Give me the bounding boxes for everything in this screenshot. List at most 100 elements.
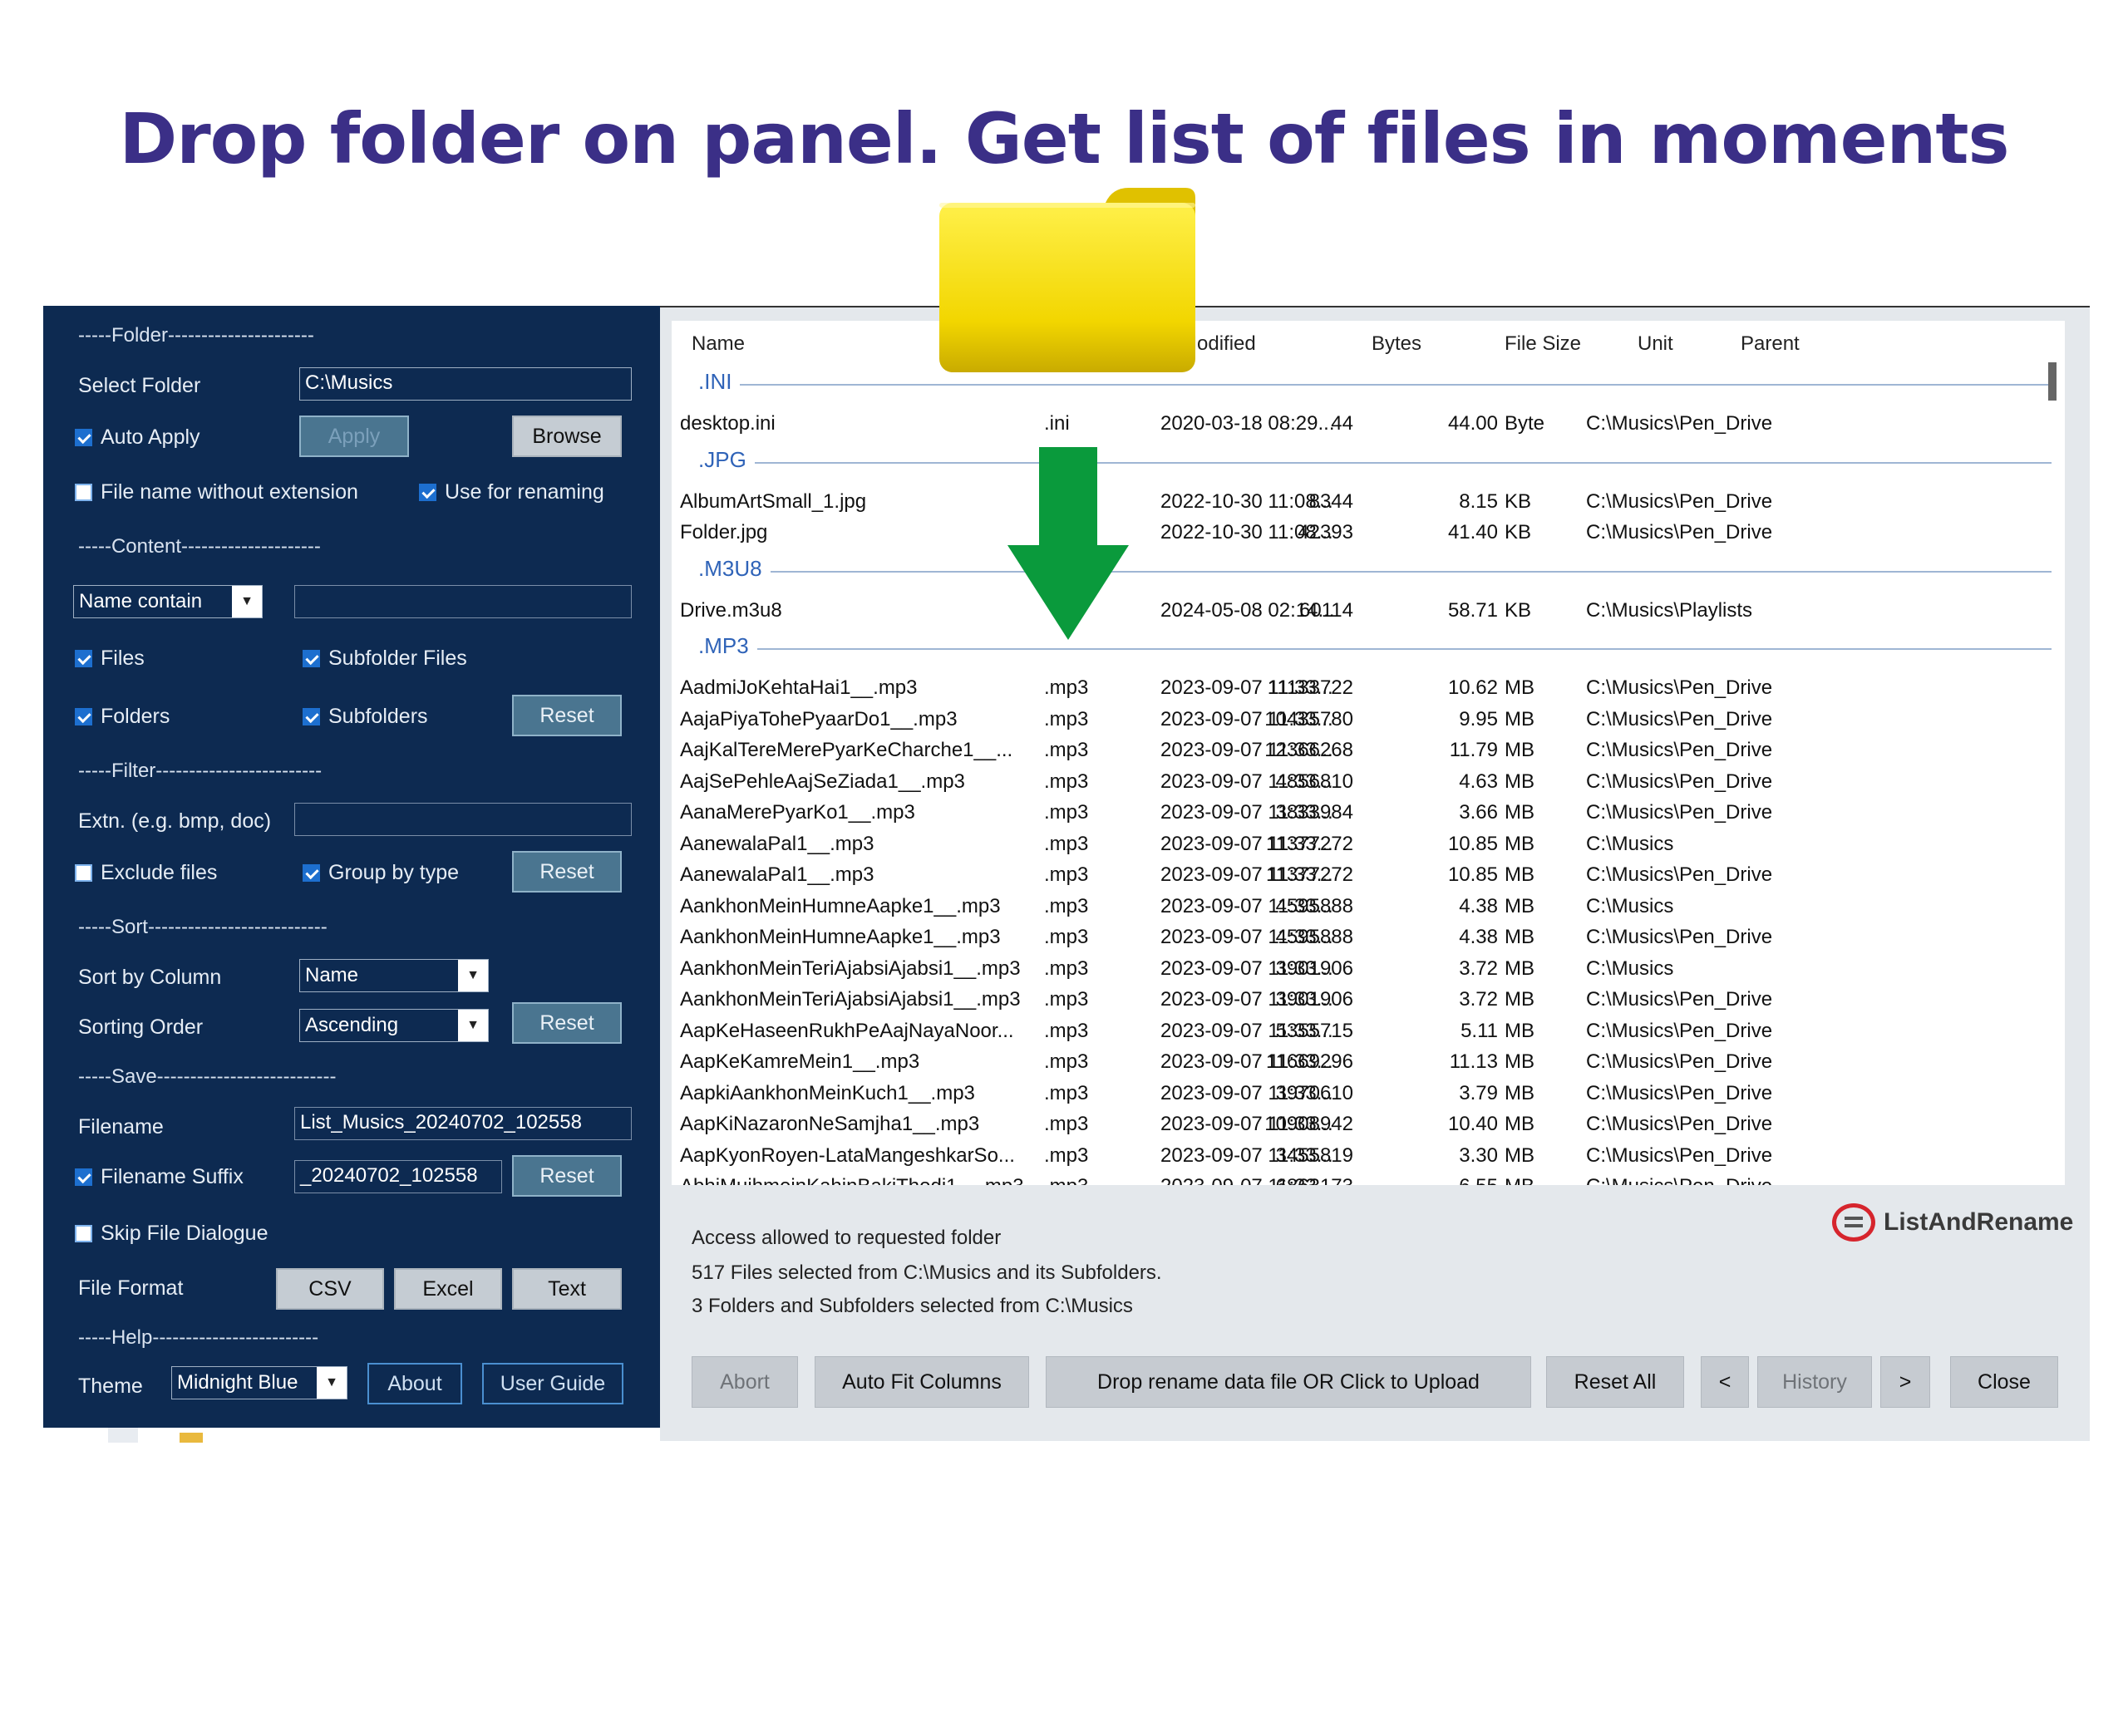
content-reset-button[interactable]: Reset [512, 695, 622, 736]
table-row[interactable]: AankhonMeinTeriAjabsiAjabsi1__.mp3 .mp3 20… [672, 954, 2065, 985]
subfolders-checkbox[interactable]: Subfolders [303, 705, 428, 729]
csv-button[interactable]: CSV [276, 1268, 384, 1310]
auto-apply-checkbox[interactable]: Auto Apply [75, 425, 200, 450]
table-row[interactable]: AapKiNazaronNeSamjha1__.mp3 .mp3 2023-09-0… [672, 1109, 2065, 1140]
auto-fit-columns-button[interactable]: Auto Fit Columns [815, 1356, 1029, 1408]
browse-button[interactable]: Browse [512, 416, 622, 457]
cell-extension: .mp3 [1044, 832, 1089, 855]
cell-unit: MB [1505, 957, 1534, 980]
table-row[interactable]: AajSePehleAajSeZiada1__.mp3 .mp3 2023-09-0… [672, 767, 2065, 798]
subfolder-files-checkbox[interactable]: Subfolder Files [303, 647, 467, 671]
sort-order-select[interactable]: Ascending ▼ [299, 1009, 489, 1042]
column-header-name[interactable]: Name [692, 332, 745, 356]
table-row[interactable]: AankhonMeinHumneAapke1__.mp3 .mp3 2023-09-… [672, 922, 2065, 953]
drop-rename-data-button[interactable]: Drop rename data file OR Click to Upload [1046, 1356, 1531, 1408]
column-header-parent[interactable]: Parent [1741, 332, 1800, 356]
name-filter-mode-select[interactable]: Name contain ▼ [73, 585, 263, 618]
table-row[interactable]: AapKeHaseenRukhPeAajNayaNoor... .mp3 2023-… [672, 1016, 2065, 1047]
group-header[interactable]: .MP3 [672, 632, 2065, 661]
chevron-down-icon: ▼ [458, 960, 488, 991]
table-row[interactable]: AanewalaPal1__.mp3 .mp3 2023-09-07 11:33..… [672, 860, 2065, 891]
files-checkbox[interactable]: Files [75, 647, 145, 671]
use-for-renaming-checkbox[interactable]: Use for renaming [419, 480, 604, 504]
name-filter-input[interactable] [294, 585, 632, 618]
table-row[interactable]: AapKyonRoyen-LataMangeshkarSo... .mp3 2023… [672, 1141, 2065, 1172]
exclude-files-checkbox[interactable]: Exclude files [75, 861, 217, 885]
select-folder-input[interactable]: C:\Musics [299, 367, 632, 401]
checkbox-checked-icon [75, 1168, 92, 1186]
group-label: .INI [698, 369, 741, 395]
table-row[interactable]: AlbumArtSmall_1.jpg 2022-10-30 11:08... 83… [672, 487, 2065, 518]
table-row[interactable]: AapkiAankhonMeinKuch1__.mp3 .mp3 2023-09-0… [672, 1079, 2065, 1109]
checkbox-checked-icon [303, 864, 320, 882]
table-row[interactable]: AankhonMeinHumneAapke1__.mp3 .mp3 2023-09-… [672, 892, 2065, 922]
group-label: .M3U8 [698, 555, 771, 582]
cell-name: AapKiNazaronNeSamjha1__.mp3 [680, 1113, 980, 1135]
filename-input[interactable]: List_Musics_20240702_102558 [294, 1107, 632, 1140]
table-row[interactable]: Drive.m3u8 2024-05-08 02:14... 60114 58.71 K… [672, 596, 2065, 627]
vertical-scrollbar[interactable] [2048, 362, 2057, 401]
column-header-bytes[interactable]: Bytes [1372, 332, 1421, 356]
table-row[interactable]: AajKalTereMerePyarKeCharche1__... .mp3 202… [672, 735, 2065, 766]
history-next-button[interactable]: > [1880, 1356, 1930, 1408]
group-header[interactable]: .M3U8 [672, 554, 2065, 584]
history-prev-button[interactable]: < [1701, 1356, 1749, 1408]
skip-file-dialogue-label: Skip File Dialogue [101, 1222, 268, 1245]
history-button[interactable]: History [1757, 1356, 1872, 1408]
filter-reset-button[interactable]: Reset [512, 851, 622, 893]
file-name-without-extension-label: File name without extension [101, 480, 358, 504]
cell-parent: C:\Musics\Pen_Drive [1586, 863, 1773, 886]
table-row[interactable]: AbhiMujhmeinKahinBakiThodi1__.mp3.mp3202… [672, 1172, 2065, 1185]
table-row[interactable]: AajaPiyaTohePyaarDo1__.mp3 .mp3 2023-09-07… [672, 705, 2065, 735]
cell-extension: .mp3 [1044, 801, 1089, 824]
text-button[interactable]: Text [512, 1268, 622, 1310]
filename-suffix-label: Filename Suffix [101, 1165, 244, 1188]
folders-checkbox[interactable]: Folders [75, 705, 170, 729]
checkbox-checked-icon [75, 429, 92, 446]
group-header[interactable]: .INI [672, 367, 2065, 397]
section-sort: -----Sort--------------------------- [78, 916, 328, 938]
table-row[interactable]: AapKeKamreMein1__.mp3 .mp3 2023-09-07 11:3… [672, 1047, 2065, 1078]
close-button[interactable]: Close [1950, 1356, 2058, 1408]
cell-extension: .mp3 [1044, 894, 1089, 917]
excel-button[interactable]: Excel [394, 1268, 502, 1310]
cell-name: AanewalaPal1__.mp3 [680, 832, 874, 855]
filename-suffix-checkbox[interactable]: Filename Suffix [75, 1165, 244, 1189]
status-line: 517 Files selected from C:\Musics and it… [692, 1261, 1162, 1284]
cell-name: AankhonMeinTeriAjabsiAjabsi1__.mp3 [680, 988, 1021, 1011]
down-arrow-icon [1007, 447, 1129, 640]
cell-file-size: 4.38 [1459, 926, 1498, 948]
file-name-without-extension-checkbox[interactable]: File name without extension [75, 480, 358, 504]
table-row[interactable]: AankhonMeinTeriAjabsiAjabsi1__.mp3 .mp3 20… [672, 985, 2065, 1016]
sort-by-value: Name [305, 964, 359, 986]
sort-by-select[interactable]: Name ▼ [299, 959, 489, 992]
sort-reset-button[interactable]: Reset [512, 1002, 622, 1044]
group-header[interactable]: .JPG [672, 445, 2065, 475]
table-row[interactable]: desktop.ini .ini 2020-03-18 08:29... 44 44.0… [672, 409, 2065, 440]
theme-label: Theme [78, 1375, 143, 1398]
column-header-unit[interactable]: Unit [1638, 332, 1673, 356]
cell-file-size: 3.66 [1459, 801, 1498, 824]
cell-file-size: 58.71 [1447, 598, 1498, 622]
group-by-type-checkbox[interactable]: Group by type [303, 861, 459, 885]
cell-extension: .mp3 [1044, 1143, 1089, 1167]
column-header-file-size[interactable]: File Size [1505, 332, 1581, 356]
file-grid[interactable]: Name e Modified Bytes File Size Unit Par… [672, 321, 2065, 1185]
filename-suffix-input[interactable]: _20240702_102558 [294, 1160, 502, 1193]
cell-unit: MB [1505, 1019, 1534, 1042]
about-button[interactable]: About [367, 1363, 462, 1404]
user-guide-button[interactable]: User Guide [482, 1363, 623, 1404]
extension-input[interactable] [294, 803, 632, 836]
table-row[interactable]: AanewalaPal1__.mp3 .mp3 2023-09-07 11:33..… [672, 829, 2065, 860]
skip-file-dialogue-checkbox[interactable]: Skip File Dialogue [75, 1222, 268, 1246]
table-row[interactable]: AanaMerePyarKo1__.mp3 .mp3 2023-09-07 11:3… [672, 798, 2065, 829]
reset-all-button[interactable]: Reset All [1546, 1356, 1684, 1408]
table-row[interactable]: Folder.jpg 2022-10-30 11:08... 42393 41.40 K… [672, 518, 2065, 548]
table-row[interactable]: AadmiJoKehtaHai1__.mp3 .mp3 2023-09-07 11:… [672, 673, 2065, 704]
status-line: 3 Folders and Subfolders selected from C… [692, 1295, 1133, 1317]
abort-button[interactable]: Abort [692, 1356, 798, 1408]
apply-button[interactable]: Apply [299, 416, 409, 457]
theme-select[interactable]: Midnight Blue ▼ [171, 1366, 347, 1399]
cell-parent: C:\Musics\Pen_Drive [1586, 1050, 1773, 1073]
save-reset-button[interactable]: Reset [512, 1155, 622, 1197]
